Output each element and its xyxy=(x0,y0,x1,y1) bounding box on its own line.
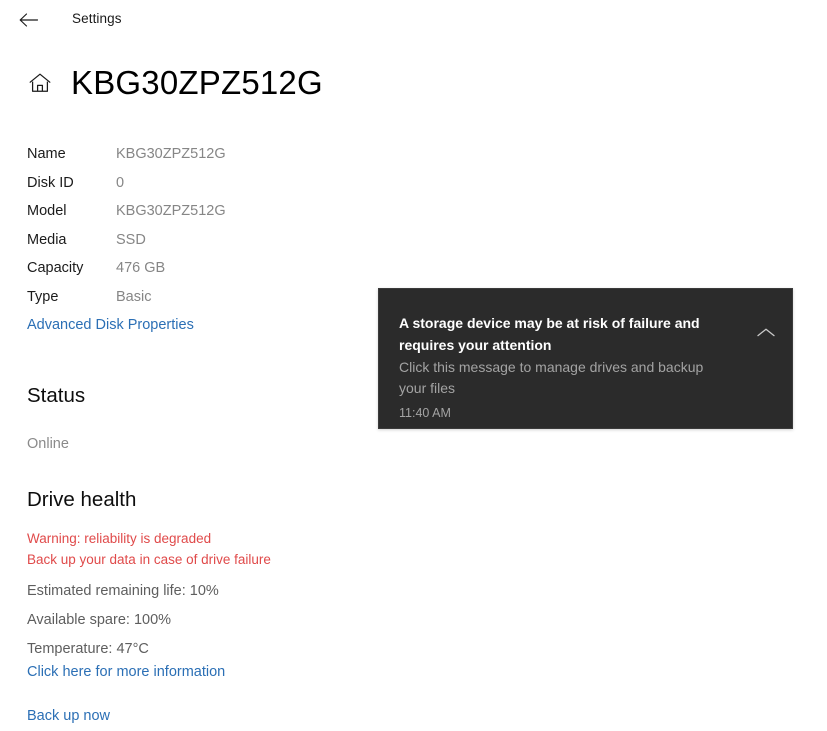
metric-available-spare: Available spare: 100% xyxy=(27,612,172,628)
notification-title-line-1: A storage device may be at risk of failu… xyxy=(399,315,700,331)
warning-line-1: Warning: reliability is degraded xyxy=(27,531,212,546)
property-value-media: SSD xyxy=(116,231,146,248)
notification-body-line-2: your files xyxy=(399,380,456,396)
notification-toast[interactable]: A storage device may be at risk of failu… xyxy=(378,288,793,429)
back-arrow-icon xyxy=(18,11,40,29)
metric-estimated-remaining-life: Estimated remaining life: 10% xyxy=(27,583,219,599)
metric-temperature: Temperature: 47°C xyxy=(27,641,149,657)
table-row: Capacity 476 GB xyxy=(27,258,327,287)
property-value-disk-id: 0 xyxy=(116,174,125,191)
back-up-now-link-container: Back up now xyxy=(27,706,110,726)
page-title: KBG30ZPZ512G xyxy=(71,64,323,101)
notification-body-line-1: Click this message to manage drives and … xyxy=(399,359,704,375)
titlebar-label: Settings xyxy=(72,11,122,26)
notification-content: A storage device may be at risk of failu… xyxy=(399,313,747,422)
property-label-model: Model xyxy=(27,203,67,219)
more-information-link-container: Click here for more information xyxy=(27,662,225,682)
drive-health-metrics: Estimated remaining life: 10% Available … xyxy=(27,577,219,664)
more-information-link[interactable]: Click here for more information xyxy=(27,662,225,682)
property-label-disk-id: Disk ID xyxy=(27,174,74,191)
table-row: Model KBG30ZPZ512G xyxy=(27,201,327,230)
property-label-name: Name xyxy=(27,146,66,162)
page-header: KBG30ZPZ512G xyxy=(0,60,600,108)
property-label-type: Type xyxy=(27,288,59,305)
table-row: Name KBG30ZPZ512G xyxy=(27,144,327,173)
chevron-up-icon xyxy=(755,326,777,340)
table-row: Disk ID 0 xyxy=(27,173,327,202)
advanced-disk-properties-link-container: Advanced Disk Properties xyxy=(27,315,194,335)
advanced-disk-properties-link[interactable]: Advanced Disk Properties xyxy=(27,315,194,335)
notification-collapse-button[interactable] xyxy=(748,317,784,349)
property-label-capacity: Capacity xyxy=(27,260,84,276)
back-button[interactable] xyxy=(12,4,46,36)
property-value-name: KBG30ZPZ512G xyxy=(116,146,226,162)
home-icon xyxy=(28,72,52,94)
back-up-now-link[interactable]: Back up now xyxy=(27,706,110,726)
warning-line-2: Back up your data in case of drive failu… xyxy=(27,551,271,567)
table-row: Type Basic xyxy=(27,287,327,316)
titlebar: Settings xyxy=(0,0,827,40)
status-value: Online xyxy=(27,436,69,452)
drive-health-section-heading: Drive health xyxy=(27,488,137,511)
table-row: Media SSD xyxy=(27,230,327,259)
property-value-model: KBG30ZPZ512G xyxy=(116,203,226,219)
home-button[interactable] xyxy=(27,70,53,96)
property-value-type: Basic xyxy=(116,288,152,305)
status-section-heading: Status xyxy=(27,384,86,407)
drive-health-warning: Warning: reliability is degraded Back up… xyxy=(27,529,271,570)
property-value-capacity: 476 GB xyxy=(116,260,166,276)
disk-properties-list: Name KBG30ZPZ512G Disk ID 0 Model KBG30Z… xyxy=(27,144,327,315)
notification-timestamp: 11:40 AM xyxy=(399,406,451,420)
notification-title-line-2: requires your attention xyxy=(399,337,552,353)
property-label-media: Media xyxy=(27,231,67,248)
